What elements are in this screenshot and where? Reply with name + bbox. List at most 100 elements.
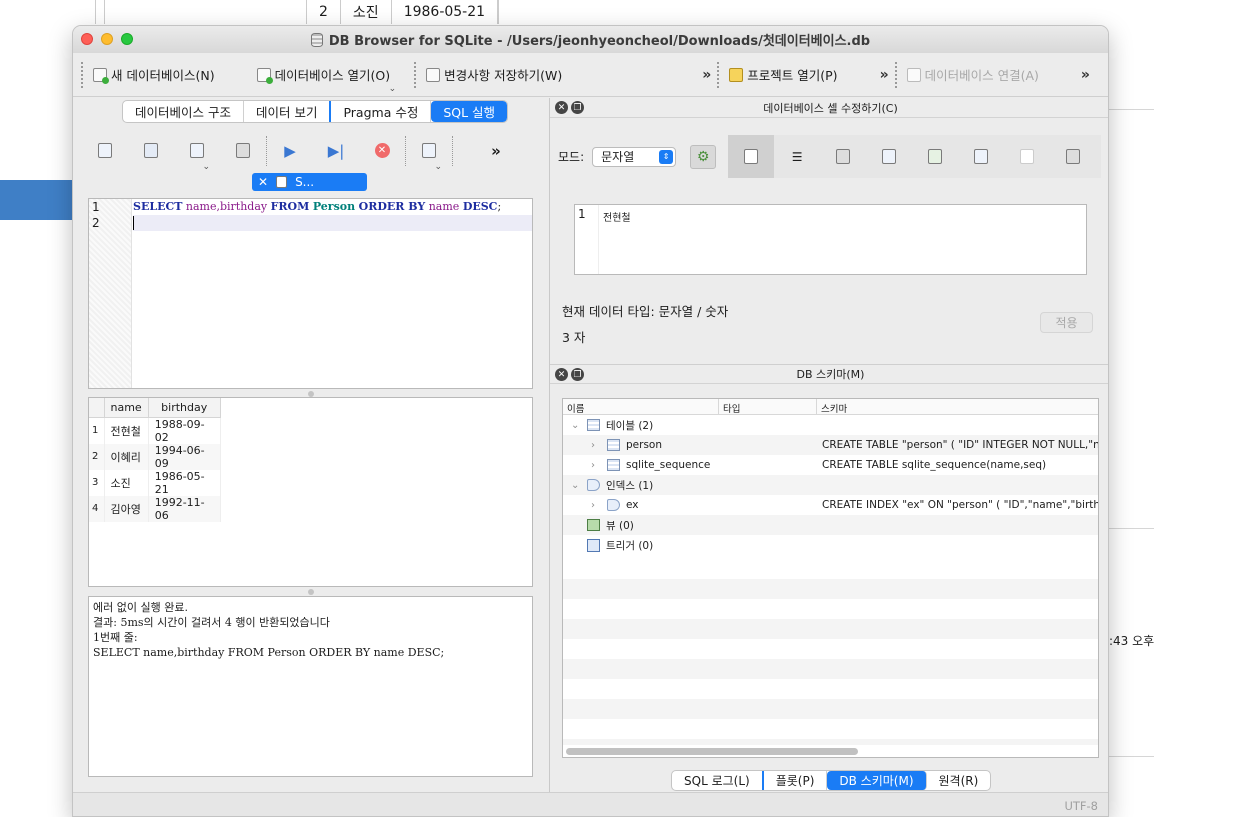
toolbar-overflow-icon[interactable]: » — [473, 142, 519, 160]
export-button[interactable] — [866, 135, 912, 178]
mode-select[interactable]: 문자열 ⇕ — [592, 146, 677, 167]
open-database-button[interactable]: 데이터베이스 열기(O) ⌄ — [251, 65, 396, 94]
cell-value-text[interactable]: 전현철 — [603, 209, 631, 224]
tab-edit-pragmas[interactable]: Pragma 수정 — [331, 101, 432, 122]
tab-database-structure[interactable]: 데이터베이스 구조 — [123, 101, 244, 122]
background-divider — [1109, 109, 1154, 110]
table-row[interactable]: 3 소진 1986-05-21 — [89, 469, 221, 496]
execute-line-button[interactable]: ▶| — [313, 142, 359, 160]
chevron-down-icon[interactable]: ⌄ — [571, 420, 581, 431]
tab-browse-data[interactable]: 데이터 보기 — [244, 101, 332, 122]
word-wrap-button[interactable]: ☰ — [774, 135, 820, 178]
cell-editor-toolbar: 모드: 문자열 ⇕ ⚙ ☰ — [558, 135, 1101, 178]
mode-label: 모드: — [558, 150, 585, 164]
column-header-name[interactable]: 이름 — [563, 399, 719, 415]
new-database-icon — [93, 67, 109, 84]
tree-item-triggers[interactable]: 트리거 (0) — [563, 535, 1098, 555]
chevron-down-icon[interactable]: ⌄ — [571, 480, 581, 491]
auto-format-button[interactable]: ⚙ — [690, 144, 717, 169]
close-tab-icon[interactable]: ✕ — [258, 175, 268, 189]
current-code-line — [133, 215, 532, 231]
table-row[interactable]: 1 전현철 1988-09-02 — [89, 417, 221, 444]
chevron-down-icon[interactable]: ⌄ — [434, 162, 442, 172]
tab-db-schema[interactable]: DB 스키마(M) — [827, 771, 927, 790]
table-cell[interactable]: 1986-05-21 — [148, 469, 221, 496]
cell-value-editor[interactable]: 1 전현철 — [574, 204, 1087, 275]
sql-code[interactable]: SELECT name,birthday FROM Person ORDER B… — [133, 199, 532, 231]
sql-editor-tab[interactable]: ✕ S... — [252, 173, 367, 191]
results-table: name birthday 1 전현철 1988-09-02 2 이혜리 199… — [89, 398, 221, 522]
tree-item-ex[interactable]: › ex CREATE INDEX "ex" ON "person" ( "ID"… — [563, 495, 1098, 515]
table-cell[interactable]: 전현철 — [104, 417, 149, 444]
chevron-down-icon[interactable]: ⌄ — [202, 162, 210, 172]
open-project-button[interactable]: 프로젝트 열기(P) — [723, 65, 843, 84]
splitter-handle[interactable] — [308, 589, 314, 595]
import-button[interactable] — [820, 135, 866, 178]
close-window-button[interactable] — [81, 33, 93, 45]
table-row[interactable]: 4 김아영 1992-11-06 — [89, 495, 221, 522]
tab-sql-log[interactable]: SQL 로그(L) — [672, 771, 764, 790]
toolbar-overflow-icon[interactable]: » — [1075, 67, 1096, 83]
table-cell[interactable]: 소진 — [104, 469, 149, 496]
tree-item-label: 테이블 (2) — [606, 419, 654, 432]
apply-button[interactable]: 적용 — [1040, 312, 1093, 333]
column-header-type[interactable]: 타입 — [719, 399, 817, 415]
close-pane-icon[interactable]: ✕ — [555, 101, 568, 114]
zoom-window-button[interactable] — [121, 33, 133, 45]
results-grid[interactable]: name birthday 1 전현철 1988-09-02 2 이혜리 199… — [88, 397, 533, 587]
tree-item-label: ex — [626, 499, 639, 511]
table-row[interactable]: 2 이혜리 1994-06-09 — [89, 443, 221, 470]
write-changes-button[interactable]: 변경사항 저장하기(W) — [420, 65, 568, 84]
toolbar-overflow-icon[interactable]: » — [874, 67, 895, 83]
column-header-name[interactable]: name — [104, 398, 149, 418]
tab-plot[interactable]: 플롯(P) — [764, 771, 828, 790]
save-sql-button[interactable]: ⌄ — [174, 143, 220, 172]
float-pane-icon[interactable]: ❐ — [571, 368, 584, 381]
table-cell[interactable]: 1988-09-02 — [148, 417, 221, 444]
float-pane-icon[interactable]: ❐ — [571, 101, 584, 114]
open-database-label: 데이터베이스 열기(O) — [274, 68, 391, 83]
new-database-button[interactable]: 새 데이터베이스(N) — [87, 65, 221, 84]
attach-database-button[interactable]: 데이터베이스 연결(A) — [901, 65, 1045, 84]
minimize-window-button[interactable] — [101, 33, 113, 45]
execute-all-button[interactable]: ▶ — [267, 142, 313, 160]
set-null-button[interactable] — [1004, 135, 1050, 178]
text-mode-button[interactable] — [728, 135, 775, 178]
chevron-right-icon[interactable]: › — [591, 460, 601, 471]
play-icon: ▶ — [284, 141, 296, 160]
horizontal-scrollbar[interactable] — [566, 748, 858, 755]
copy-cell-button[interactable] — [958, 135, 1004, 178]
chevron-right-icon[interactable]: › — [591, 440, 601, 451]
print-cell-button[interactable] — [1050, 135, 1096, 178]
app-window: DB Browser for SQLite - /Users/jeonhyeon… — [72, 25, 1109, 817]
tab-remote[interactable]: 원격(R) — [927, 771, 991, 790]
stop-execution-button[interactable]: ✕ — [359, 143, 405, 158]
table-cell[interactable]: 이혜리 — [104, 443, 149, 470]
open-sql-button[interactable] — [128, 143, 174, 158]
step-icon: ▶| — [327, 141, 345, 160]
tab-execute-sql[interactable]: SQL 실행 — [431, 101, 508, 122]
save-cell-button[interactable] — [912, 135, 958, 178]
tree-item-views[interactable]: 뷰 (0) — [563, 515, 1098, 535]
save-results-button[interactable]: ⌄ — [406, 143, 452, 172]
open-tab-button[interactable] — [82, 143, 128, 158]
tree-item-person[interactable]: › person CREATE TABLE "person" ( "ID" INT… — [563, 435, 1098, 455]
sql-editor[interactable]: 1 2 SELECT name,birthday FROM Person ORD… — [88, 198, 533, 389]
print-button[interactable] — [220, 143, 266, 158]
table-cell[interactable]: 1992-11-06 — [148, 495, 221, 522]
main-tab-bar: 데이터베이스 구조 데이터 보기 Pragma 수정 SQL 실행 — [122, 100, 509, 123]
null-icon — [1020, 149, 1035, 164]
column-header-birthday[interactable]: birthday — [148, 398, 221, 418]
chevron-down-icon[interactable]: ⌄ — [389, 84, 397, 94]
background-selection-bar — [0, 180, 72, 220]
toolbar-overflow-icon[interactable]: » — [696, 67, 717, 83]
chevron-right-icon[interactable]: › — [591, 500, 601, 511]
tree-item-tables[interactable]: ⌄ 테이블 (2) — [563, 415, 1098, 435]
column-header-schema[interactable]: 스키마 — [817, 399, 1098, 415]
table-cell[interactable]: 1994-06-09 — [148, 443, 221, 470]
table-cell[interactable]: 김아영 — [104, 495, 149, 522]
close-pane-icon[interactable]: ✕ — [555, 368, 568, 381]
tree-item-indexes[interactable]: ⌄ 인덱스 (1) — [563, 475, 1098, 495]
schema-tree[interactable]: 이름 타입 스키마 ⌄ 테이블 (2) › person CREATE TABLE … — [562, 398, 1099, 758]
tree-item-sqlite-sequence[interactable]: › sqlite_sequence CREATE TABLE sqlite_seq… — [563, 455, 1098, 475]
